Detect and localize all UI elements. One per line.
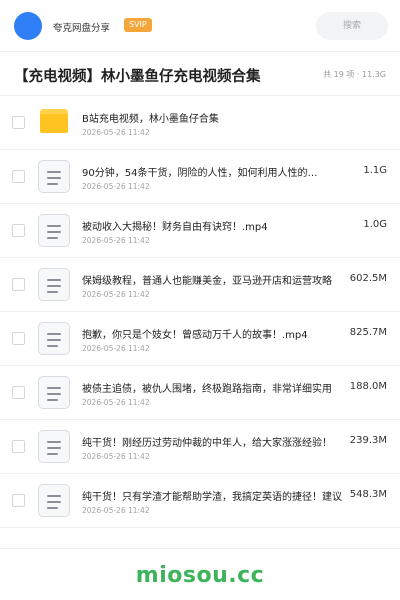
file-date: 2026-05-26 11:42 — [82, 236, 150, 245]
video-file-icon — [38, 214, 70, 247]
file-name: 90分钟，54条干货，阴险的人性，如何利用人性的弱点？.mp4 — [82, 168, 318, 179]
video-file-icon — [38, 430, 70, 463]
file-size: 188.0M — [347, 381, 387, 392]
file-date: 2026-05-26 11:42 — [82, 290, 150, 299]
select-checkbox[interactable] — [12, 278, 25, 291]
file-name: 被债主追债，被仇人围堵，终极跑路指南，非常详细实用 — [82, 384, 332, 395]
file-size: 239.3M — [347, 435, 387, 446]
footer: miosou.cc — [0, 548, 400, 600]
list-item[interactable]: 保姆级教程，普通人也能赚美金，亚马逊开店和运营攻略 2026-05-26 11:… — [0, 258, 400, 312]
select-checkbox[interactable] — [12, 440, 25, 453]
select-checkbox[interactable] — [12, 332, 25, 345]
list-item[interactable]: 抱歉，你只是个妓女！曾感动万千人的故事！.mp4 2026-05-26 11:4… — [0, 312, 400, 366]
file-date: 2026-05-26 11:42 — [82, 506, 150, 515]
avatar[interactable] — [14, 12, 42, 40]
video-file-icon — [38, 268, 70, 301]
file-date: 2026-05-26 11:42 — [82, 398, 150, 407]
file-name: B站充电视频，林小墨鱼仔合集 — [82, 114, 219, 125]
file-name: 保姆级教程，普通人也能赚美金，亚马逊开店和运营攻略 — [82, 276, 332, 287]
folder-meta: 共 19 项 · 11.3G — [323, 70, 386, 79]
select-checkbox[interactable] — [12, 386, 25, 399]
select-checkbox[interactable] — [12, 170, 25, 183]
file-list: B站充电视频，林小墨鱼仔合集 2026-05-26 11:42 90分钟，54条… — [0, 96, 400, 528]
list-item[interactable]: 纯干货！刚经历过劳动仲裁的中年人，给大家涨涨经验！ 2026-05-26 11:… — [0, 420, 400, 474]
file-name: 纯干货！刚经历过劳动仲裁的中年人，给大家涨涨经验！ — [82, 438, 332, 449]
file-size: 1.0G — [361, 219, 387, 230]
file-date: 2026-05-26 11:42 — [82, 344, 150, 353]
file-name: 被动收入大揭秘！财务自由有诀窍！.mp4 — [82, 222, 268, 233]
file-date: 2026-05-26 11:42 — [82, 182, 150, 191]
list-item[interactable]: 被债主追债，被仇人围堵，终极跑路指南，非常详细实用 2026-05-26 11:… — [0, 366, 400, 420]
file-size: 548.3M — [347, 489, 387, 500]
file-name: 抱歉，你只是个妓女！曾感动万千人的故事！.mp4 — [82, 330, 308, 341]
video-file-icon — [38, 484, 70, 517]
file-date: 2026-05-26 11:42 — [82, 452, 150, 461]
search-input[interactable]: 搜索 — [316, 12, 388, 40]
list-item[interactable]: 90分钟，54条干货，阴险的人性，如何利用人性的弱点？.mp4 2026-05-… — [0, 150, 400, 204]
file-size: 1.1G — [361, 165, 387, 176]
page-title: 【充电视频】林小墨鱼仔充电视频合集 — [14, 69, 261, 85]
folder-icon — [40, 109, 68, 133]
folder-title-bar: 【充电视频】林小墨鱼仔充电视频合集 共 19 项 · 11.3G — [0, 52, 400, 96]
list-item[interactable]: B站充电视频，林小墨鱼仔合集 2026-05-26 11:42 — [0, 96, 400, 150]
vip-badge: SVIP — [124, 18, 152, 32]
video-file-icon — [38, 376, 70, 409]
file-name: 纯干货！只有学渣才能帮助学渣，我搞定英语的捷径！建议 — [82, 492, 342, 503]
list-item[interactable]: 被动收入大揭秘！财务自由有诀窍！.mp4 2026-05-26 11:42 1.… — [0, 204, 400, 258]
list-item[interactable]: 纯干货！只有学渣才能帮助学渣，我搞定英语的捷径！建议 2026-05-26 11… — [0, 474, 400, 528]
select-checkbox[interactable] — [12, 494, 25, 507]
app-header: 夸克网盘分享 SVIP 搜索 — [0, 0, 400, 52]
file-size: 602.5M — [347, 273, 387, 284]
video-file-icon — [38, 160, 70, 193]
brand-label: 夸克网盘分享 — [53, 23, 111, 34]
video-file-icon — [38, 322, 70, 355]
select-checkbox[interactable] — [12, 116, 25, 129]
select-checkbox[interactable] — [12, 224, 25, 237]
file-date: 2026-05-26 11:42 — [82, 128, 150, 137]
file-size: 825.7M — [347, 327, 387, 338]
watermark: miosou.cc — [135, 563, 265, 588]
